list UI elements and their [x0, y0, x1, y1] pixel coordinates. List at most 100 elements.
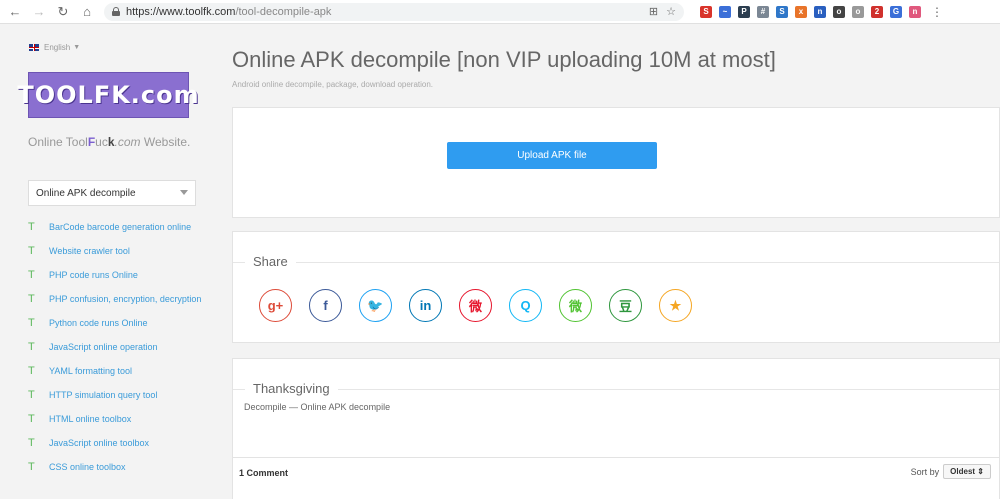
language-label: English [44, 43, 71, 52]
tool-link[interactable]: PHP confusion, encryption, decryption [49, 292, 201, 307]
translate-icon[interactable]: ⊞ [649, 5, 658, 18]
tool-marker-icon: T [28, 341, 35, 353]
site-logo[interactable]: TOOLFK.com [17, 72, 199, 118]
slogan-post: Website. [140, 135, 191, 149]
url-path: /tool-decompile-apk [235, 5, 332, 18]
share-card: Share g+ f 🐦 in 微 Q 微豆 ★ [232, 231, 1000, 343]
divider [233, 262, 999, 263]
twitter-icon[interactable]: 🐦 [359, 289, 392, 322]
extension-icon[interactable]: o [852, 5, 864, 18]
tool-marker-icon: T [28, 221, 35, 233]
extension-icon[interactable]: P [738, 5, 750, 18]
sort-value: Oldest [950, 467, 976, 476]
tool-marker-icon: T [28, 317, 35, 329]
page-subtitle: Android online decompile, package, downl… [232, 80, 434, 89]
tool-link[interactable]: JavaScript online toolbox [49, 436, 149, 451]
extension-icon[interactable]: ~ [719, 5, 731, 18]
tool-list-item[interactable]: T Website crawler tool [28, 244, 208, 259]
upload-apk-button[interactable]: Upload APK file [447, 142, 657, 169]
tool-list: T BarCode barcode generation online T Websi… [28, 220, 208, 484]
tool-list-item[interactable]: T PHP code runs Online [28, 268, 208, 283]
share-title: Share [245, 254, 296, 269]
tool-marker-icon: T [28, 293, 35, 305]
tool-link[interactable]: JavaScript online operation [49, 340, 158, 355]
tool-marker-icon: T [28, 365, 35, 377]
extension-icon[interactable]: S [776, 5, 788, 18]
bookmark-star-icon[interactable]: ☆ [666, 5, 676, 18]
tool-marker-icon: T [28, 413, 35, 425]
lock-icon [112, 7, 120, 16]
qq-icon[interactable]: Q [509, 289, 542, 322]
logo-text: TOOLFK.com [17, 81, 200, 109]
tool-link[interactable]: HTML online toolbox [49, 412, 131, 427]
tool-list-item[interactable]: T Python code runs Online [28, 316, 208, 331]
extension-icon[interactable]: n [814, 5, 826, 18]
tool-list-item[interactable]: T PHP confusion, encryption, decryption [28, 292, 208, 307]
tool-list-item[interactable]: T HTTP simulation query tool [28, 388, 208, 403]
slogan-u: u [95, 135, 102, 149]
extensions-bar: S ~ P # Sx n o o 2 Gn [700, 5, 921, 18]
comment-count: 1 Comment [239, 468, 289, 478]
browser-menu-icon[interactable]: ⋮ [931, 5, 943, 19]
slogan-com: .com [114, 135, 141, 149]
sort-select[interactable]: Oldest ⇕ [943, 464, 991, 479]
sidebar: English ▼ TOOLFK.com Online ToolFuck.com… [0, 25, 215, 499]
slogan-k: k [107, 135, 115, 149]
forward-icon[interactable]: → [30, 3, 48, 21]
extension-icon[interactable]: 2 [871, 5, 883, 18]
thanks-title: Thanksgiving [245, 381, 338, 396]
linkedin-icon[interactable]: in [409, 289, 442, 322]
language-selector[interactable]: English ▼ [29, 43, 80, 52]
tool-category-select[interactable]: Online APK decompile [28, 180, 196, 206]
tool-list-item[interactable]: T BarCode barcode generation online [28, 220, 208, 235]
tool-link[interactable]: YAML formatting tool [49, 364, 132, 379]
home-icon[interactable]: ⌂ [78, 3, 96, 21]
extension-icon[interactable]: n [909, 5, 921, 18]
share-icon-row: g+ f 🐦 in 微 Q 微豆 ★ [259, 289, 692, 322]
extension-icon[interactable]: # [757, 5, 769, 18]
tool-list-item[interactable]: T JavaScript online toolbox [28, 436, 208, 451]
tool-list-item[interactable]: T CSS online toolbox [28, 460, 208, 475]
douban-icon[interactable]: 豆 [609, 289, 642, 322]
upload-card: Upload APK file [232, 107, 1000, 218]
thanks-card: Thanksgiving Decompile — Online APK deco… [232, 358, 1000, 470]
main-content: Online APK decompile [non VIP uploading … [232, 25, 1000, 499]
site-slogan: Online ToolFuck.com Website. [28, 135, 190, 149]
google-plus-icon[interactable]: g+ [259, 289, 292, 322]
page-title: Online APK decompile [non VIP uploading … [232, 47, 776, 72]
address-bar[interactable]: https://www.toolfk.com/tool-decompile-ap… [104, 2, 684, 21]
select-value: Online APK decompile [36, 187, 136, 199]
comments-card: 1 Comment Sort by Oldest ⇕ [232, 457, 1000, 499]
tool-marker-icon: T [28, 245, 35, 257]
reload-icon[interactable]: ↻ [54, 3, 72, 21]
extension-icon[interactable]: S [700, 5, 712, 18]
sort-control: Sort by Oldest ⇕ [911, 464, 991, 479]
tool-marker-icon: T [28, 461, 35, 473]
tool-link[interactable]: Website crawler tool [49, 244, 130, 259]
tool-link[interactable]: BarCode barcode generation online [49, 220, 191, 235]
weibo-icon[interactable]: 微 [459, 289, 492, 322]
url-host: https://www.toolfk.com [126, 5, 236, 18]
wechat-icon[interactable]: 微 [559, 289, 592, 322]
thanks-text: Decompile — Online APK decompile [244, 402, 391, 412]
tool-marker-icon: T [28, 389, 35, 401]
tool-link[interactable]: CSS online toolbox [49, 460, 126, 475]
tool-list-item[interactable]: T HTML online toolbox [28, 412, 208, 427]
extension-icon[interactable]: o [833, 5, 845, 18]
tool-list-item[interactable]: T YAML formatting tool [28, 364, 208, 379]
tool-marker-icon: T [28, 269, 35, 281]
facebook-icon[interactable]: f [309, 289, 342, 322]
back-icon[interactable]: ← [6, 3, 24, 21]
caret-down-icon: ▼ [73, 44, 81, 51]
tool-marker-icon: T [28, 437, 35, 449]
tool-link[interactable]: HTTP simulation query tool [49, 388, 157, 403]
qzone-icon[interactable]: ★ [659, 289, 692, 322]
dropdown-arrow-icon [180, 190, 188, 195]
browser-toolbar: ← → ↻ ⌂ https://www.toolfk.com/tool-deco… [0, 0, 1000, 24]
tool-link[interactable]: PHP code runs Online [49, 268, 138, 283]
uk-flag-icon [29, 44, 39, 51]
extension-icon[interactable]: x [795, 5, 807, 18]
tool-list-item[interactable]: T JavaScript online operation [28, 340, 208, 355]
extension-icon[interactable]: G [890, 5, 902, 18]
tool-link[interactable]: Python code runs Online [49, 316, 148, 331]
